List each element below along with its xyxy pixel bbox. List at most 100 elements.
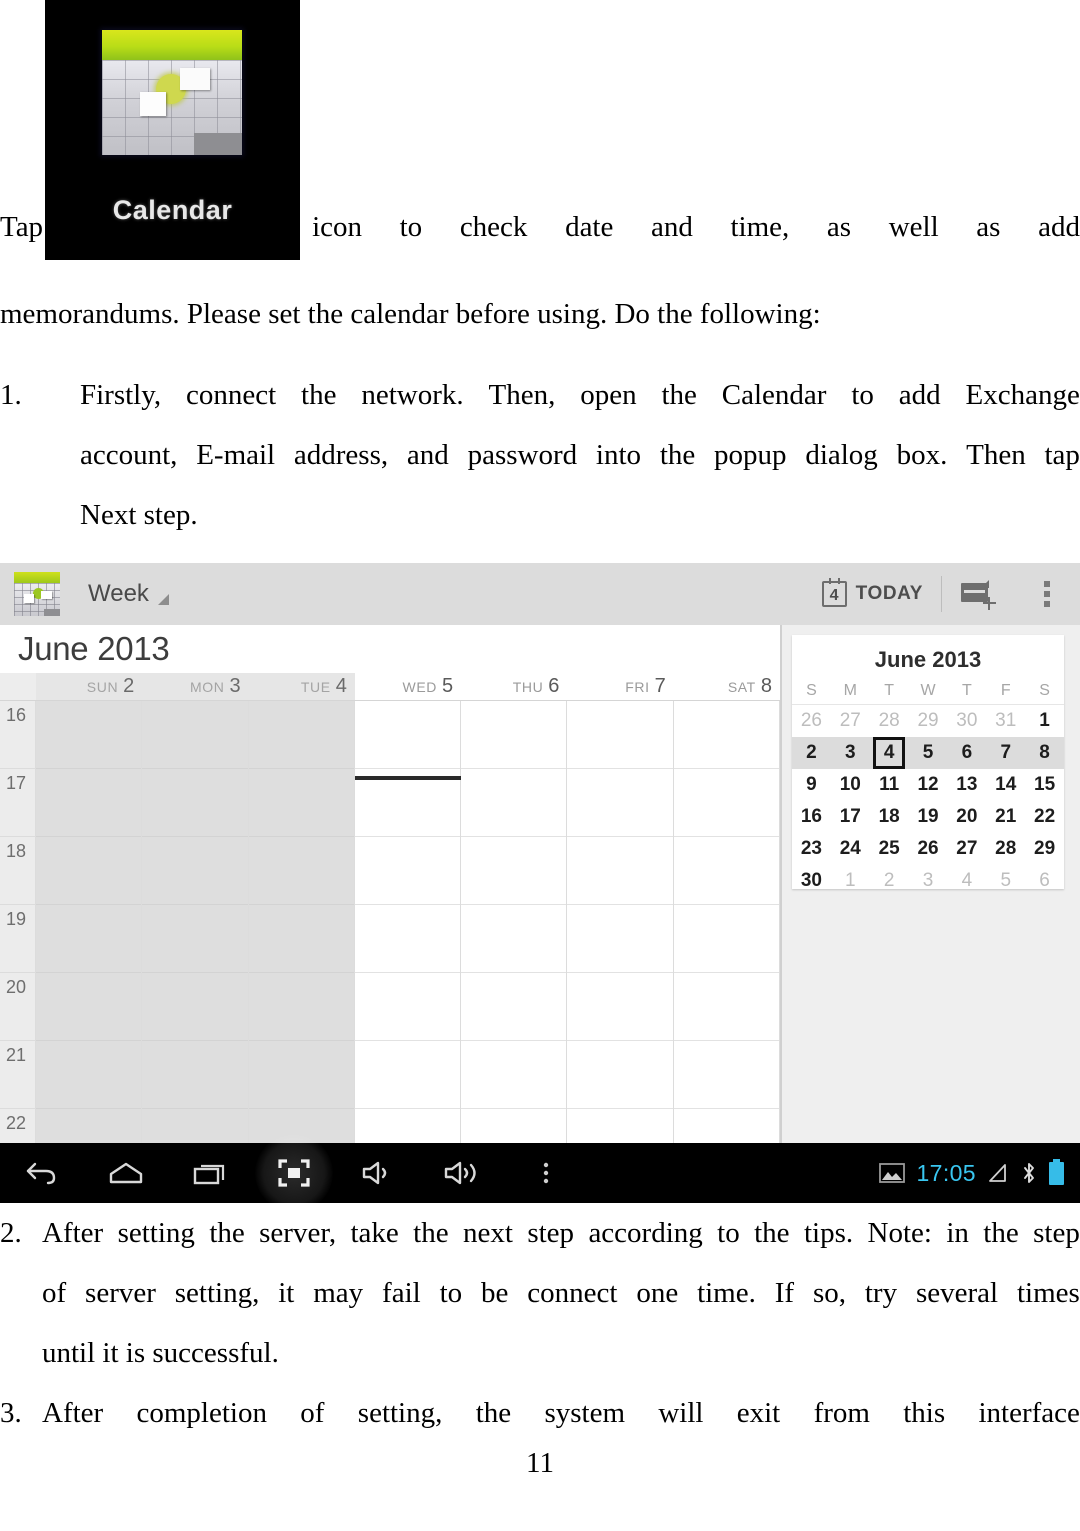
mini-day-cell[interactable]: 30 bbox=[792, 865, 831, 889]
status-area[interactable]: 17:05 bbox=[879, 1158, 1080, 1187]
mini-month-calendar[interactable]: June 2013 S M T W T F S 26 27 28 29 30 3… bbox=[792, 635, 1064, 889]
volume-down-button[interactable] bbox=[336, 1143, 420, 1203]
mini-day-cell[interactable]: 14 bbox=[986, 769, 1025, 801]
day-header-number: 7 bbox=[654, 675, 666, 697]
mini-day-cell-selected[interactable]: 4 bbox=[870, 737, 909, 769]
day-header-wed[interactable]: WED 5 bbox=[354, 673, 462, 700]
day-header-sun[interactable]: SUN 2 bbox=[36, 673, 143, 700]
mini-day-cell[interactable]: 31 bbox=[986, 705, 1025, 737]
mini-day-cell[interactable]: 23 bbox=[792, 833, 831, 865]
word: step bbox=[1033, 1217, 1080, 1249]
mini-day-cell[interactable]: 11 bbox=[870, 769, 909, 801]
view-mode-dropdown[interactable]: Week bbox=[88, 580, 169, 608]
today-button[interactable]: 4 TODAY bbox=[804, 578, 941, 607]
day-header-tue[interactable]: TUE 4 bbox=[248, 673, 355, 700]
word: network. bbox=[361, 379, 464, 411]
word: the bbox=[209, 1217, 245, 1249]
day-column-fri[interactable] bbox=[567, 701, 674, 1143]
volume-up-button[interactable] bbox=[420, 1143, 504, 1203]
mini-day-cell[interactable]: 30 bbox=[947, 705, 986, 737]
mini-day-cell[interactable]: 12 bbox=[909, 769, 948, 801]
day-header-mon[interactable]: MON 3 bbox=[142, 673, 249, 700]
intro-word: check bbox=[459, 211, 528, 243]
day-column-mon[interactable] bbox=[142, 701, 249, 1143]
word: open bbox=[580, 379, 637, 411]
calendar-icon-topbar bbox=[102, 30, 243, 60]
word: If bbox=[774, 1277, 795, 1309]
day-column-sun[interactable] bbox=[36, 701, 143, 1143]
mini-day-cell[interactable]: 15 bbox=[1025, 769, 1064, 801]
day-column-thu[interactable] bbox=[461, 701, 568, 1143]
mini-day-cell[interactable]: 5 bbox=[909, 737, 948, 769]
mini-day-cell[interactable]: 20 bbox=[947, 801, 986, 833]
day-column-tue-today[interactable] bbox=[248, 701, 355, 1143]
mini-day-cell[interactable]: 29 bbox=[909, 705, 948, 737]
word: Note: bbox=[867, 1217, 932, 1249]
mini-day-cell[interactable]: 26 bbox=[792, 705, 831, 737]
mini-day-cell[interactable]: 25 bbox=[870, 833, 909, 865]
mini-day-cell[interactable]: 24 bbox=[831, 833, 870, 865]
mini-day-cell[interactable]: 28 bbox=[986, 833, 1025, 865]
back-icon bbox=[26, 1162, 56, 1185]
mini-day-cell[interactable]: 28 bbox=[870, 705, 909, 737]
mini-day-cell[interactable]: 6 bbox=[1025, 865, 1064, 889]
day-column-wed[interactable] bbox=[354, 701, 462, 1143]
intro-word: icon bbox=[312, 211, 362, 243]
day-header-thu[interactable]: THU 6 bbox=[461, 673, 568, 700]
day-header-fri[interactable]: FRI 7 bbox=[567, 673, 674, 700]
step-line: account, E-mail address, and password in… bbox=[80, 425, 1080, 485]
mini-day-cell[interactable]: 21 bbox=[986, 801, 1025, 833]
intro-paragraph-line-1: Tap Calendar icon to check date and time… bbox=[0, 0, 1080, 260]
new-event-button[interactable] bbox=[942, 580, 1014, 610]
mini-month-week-row: 23 24 25 26 27 28 29 bbox=[792, 833, 1064, 865]
day-column-sat[interactable] bbox=[673, 701, 780, 1143]
word: Exchange bbox=[965, 379, 1080, 411]
calendar-app-icon[interactable] bbox=[14, 572, 60, 616]
mini-weekday-label: M bbox=[843, 682, 857, 699]
mini-day-cell[interactable]: 8 bbox=[1025, 737, 1064, 769]
recents-icon bbox=[193, 1164, 225, 1185]
mini-day-cell[interactable]: 13 bbox=[947, 769, 986, 801]
mini-day-cell[interactable]: 29 bbox=[1025, 833, 1064, 865]
mini-day-cell[interactable]: 16 bbox=[792, 801, 831, 833]
mini-day-cell[interactable]: 26 bbox=[909, 833, 948, 865]
overflow-menu-button[interactable] bbox=[1014, 581, 1080, 607]
mini-day-cell[interactable]: 1 bbox=[1025, 705, 1064, 737]
mini-day-cell[interactable]: 17 bbox=[831, 801, 870, 833]
mini-day-cell[interactable]: 1 bbox=[831, 865, 870, 889]
mini-day-cell[interactable]: 27 bbox=[831, 705, 870, 737]
mini-day-cell[interactable]: 5 bbox=[986, 865, 1025, 889]
screenshot-button[interactable] bbox=[252, 1143, 336, 1203]
mini-day-cell[interactable]: 3 bbox=[831, 737, 870, 769]
mini-month-week-row: 9 10 11 12 13 14 15 bbox=[792, 769, 1064, 801]
recents-button[interactable] bbox=[168, 1143, 252, 1203]
home-button[interactable] bbox=[84, 1143, 168, 1203]
back-button[interactable] bbox=[0, 1143, 84, 1203]
word: dialog bbox=[805, 439, 878, 471]
mini-day-cell[interactable]: 2 bbox=[792, 737, 831, 769]
mini-day-cell[interactable]: 27 bbox=[947, 833, 986, 865]
mini-day-cell[interactable]: 3 bbox=[909, 865, 948, 889]
word: connect bbox=[185, 379, 277, 411]
mini-day-cell[interactable]: 7 bbox=[986, 737, 1025, 769]
mini-day-cell[interactable]: 9 bbox=[792, 769, 831, 801]
mini-day-cell[interactable]: 2 bbox=[870, 865, 909, 889]
mini-day-cell[interactable]: 10 bbox=[831, 769, 870, 801]
mini-day-cell[interactable]: 4 bbox=[947, 865, 986, 889]
step-line: until it is successful. bbox=[42, 1337, 279, 1369]
intro-line-1-words: icon to check date and time, as well as … bbox=[302, 213, 1080, 260]
day-header-dow: TUE bbox=[300, 678, 331, 695]
week-time-grid[interactable]: 16 17 18 19 20 21 22 bbox=[0, 701, 780, 1143]
mini-day-cell[interactable]: 18 bbox=[870, 801, 909, 833]
word: so, bbox=[812, 1277, 846, 1309]
mini-day-cell[interactable]: 6 bbox=[947, 737, 986, 769]
battery-icon bbox=[1049, 1158, 1064, 1185]
navbar-overflow-button[interactable] bbox=[504, 1143, 588, 1203]
mini-month-week-row: 26 27 28 29 30 31 1 bbox=[792, 705, 1064, 737]
day-header-sat[interactable]: SAT 8 bbox=[673, 673, 780, 700]
intro-word: date bbox=[565, 211, 614, 243]
mini-day-cell[interactable]: 22 bbox=[1025, 801, 1064, 833]
mini-weekday-label: F bbox=[1000, 682, 1011, 699]
mini-weekday-label: W bbox=[920, 682, 936, 699]
mini-day-cell[interactable]: 19 bbox=[909, 801, 948, 833]
